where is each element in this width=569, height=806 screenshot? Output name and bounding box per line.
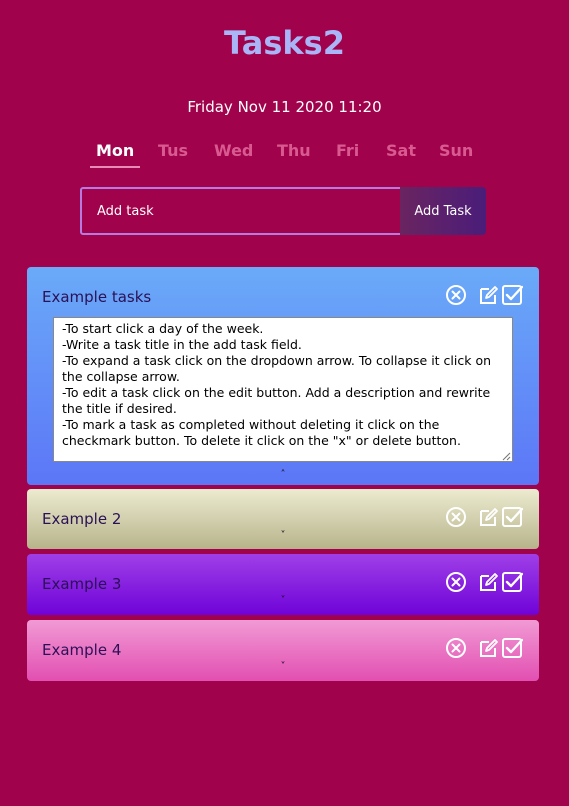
task-title: Example 2 [42,510,122,528]
close-circle-icon[interactable] [445,637,467,659]
expand-arrow-icon[interactable]: ˅ [27,595,539,606]
task-card: Example 2 ˅ [27,489,539,549]
add-task-button[interactable]: Add Task [400,187,486,235]
task-card: Example tasks ˄ [27,267,539,485]
tab-thu[interactable]: Thu [277,141,311,160]
tab-sat[interactable]: Sat [386,141,416,160]
day-tabs: Mon Tus Wed Thu Fri Sat Sun [0,141,569,171]
tab-mon[interactable]: Mon [89,141,141,168]
collapse-arrow-icon[interactable]: ˄ [27,469,539,480]
checkmark-icon[interactable] [501,571,523,593]
edit-icon[interactable] [478,284,500,306]
tab-wed[interactable]: Wed [214,141,253,160]
checkmark-icon[interactable] [501,637,523,659]
checkmark-icon[interactable] [501,506,523,528]
add-task-form: Add Task [80,187,486,235]
task-title: Example tasks [42,288,152,306]
resize-grip-icon[interactable] [501,451,511,461]
app-title: Tasks2 [224,24,345,62]
add-task-input[interactable] [80,187,417,235]
close-circle-icon[interactable] [445,284,467,306]
close-circle-icon[interactable] [445,571,467,593]
edit-icon[interactable] [478,571,500,593]
close-circle-icon[interactable] [445,506,467,528]
task-card: Example 3 ˅ [27,554,539,615]
current-datetime: Friday Nov 11 2020 11:20 [187,98,382,116]
edit-icon[interactable] [478,506,500,528]
task-description-textarea[interactable] [53,317,513,462]
task-card: Example 4 ˅ [27,620,539,681]
edit-icon[interactable] [478,637,500,659]
tab-tus[interactable]: Tus [158,141,188,160]
tab-sun[interactable]: Sun [439,141,473,160]
expand-arrow-icon[interactable]: ˅ [27,530,539,541]
tab-fri[interactable]: Fri [336,141,359,160]
checkmark-icon[interactable] [501,284,523,306]
task-title: Example 3 [42,575,122,593]
expand-arrow-icon[interactable]: ˅ [27,661,539,672]
task-title: Example 4 [42,641,122,659]
